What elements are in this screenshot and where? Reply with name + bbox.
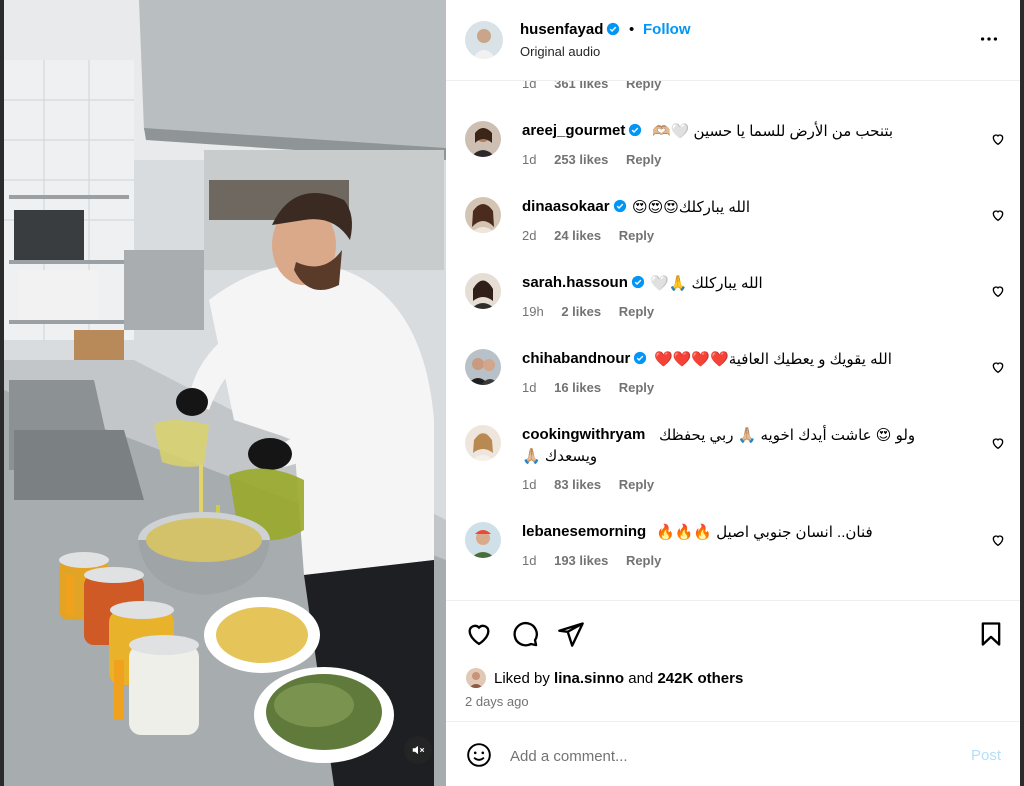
comment-time: 19h <box>522 304 544 319</box>
reply-button[interactable]: Reply <box>626 81 661 91</box>
comment-like-heart-icon[interactable] <box>990 207 1006 223</box>
comment-likes[interactable]: 83 likes <box>554 477 601 492</box>
verified-badge-icon <box>631 275 644 289</box>
comment-like-heart-icon[interactable] <box>990 283 1006 299</box>
commenter-username-text[interactable]: chihabandnour <box>522 350 630 367</box>
share-icon[interactable] <box>557 620 585 648</box>
commenter-username-text[interactable]: cookingwithryam <box>522 426 645 443</box>
post-button[interactable]: Post <box>971 747 1001 764</box>
comments-list[interactable]: 1d 361 likes Reply areej_gourmet بتنحب م… <box>446 81 1020 599</box>
instagram-post-modal: husenfayad • Follow Original audio 1d 36… <box>0 0 1024 786</box>
reply-button[interactable]: Reply <box>619 380 654 395</box>
commenter-username[interactable]: dinaasokaar <box>522 198 627 215</box>
comment-time: 1d <box>522 81 537 91</box>
comment-text-line1: ولو 😍 عاشت أيدك اخويه 🙏🏼 ربي يحفظك <box>659 427 916 444</box>
emoji-icon[interactable] <box>466 742 492 768</box>
commenter-avatar[interactable] <box>465 197 501 233</box>
comment-like-heart-icon[interactable] <box>990 532 1006 548</box>
verified-badge-icon <box>629 123 642 137</box>
comment-input[interactable] <box>510 744 930 768</box>
comment-text-line2: ويسعدك 🙏🏼 <box>522 448 598 465</box>
comment-meta: 19h 2 likes Reply <box>522 304 668 319</box>
verified-badge-icon <box>613 199 626 213</box>
comment-like-heart-icon[interactable] <box>990 131 1006 147</box>
commenter-username[interactable]: cookingwithryam <box>522 426 645 443</box>
comment-meta: 1d 16 likes Reply <box>522 380 668 395</box>
comment-likes[interactable]: 24 likes <box>554 228 601 243</box>
reply-button[interactable]: Reply <box>626 553 661 568</box>
commenter-avatar[interactable] <box>465 349 501 385</box>
comment-meta: 2d 24 likes Reply <box>522 228 668 243</box>
commenter-avatar[interactable] <box>465 522 501 558</box>
comment-time: 2d <box>522 228 537 243</box>
comment-text: الله يقويك و يعطيك العافية❤️❤️❤️❤️ <box>654 351 892 368</box>
commenter-username-text[interactable]: areej_gourmet <box>522 122 625 139</box>
comment-text: الله يباركلك 🙏🤍 <box>650 275 763 292</box>
header-separator: • <box>629 21 635 38</box>
author-avatar[interactable] <box>465 21 503 59</box>
liked-by-prefix: Liked by <box>494 669 550 687</box>
comment-time: 1d <box>522 380 537 395</box>
verified-badge-icon <box>634 351 647 365</box>
comment-like-heart-icon[interactable] <box>990 435 1006 451</box>
comment-likes[interactable]: 193 likes <box>554 553 608 568</box>
comment-likes[interactable]: 361 likes <box>554 81 608 91</box>
liked-by: Liked by lina.sinno and 242K others <box>466 667 743 689</box>
comment-text: الله يباركلك😍😍😍 <box>632 199 751 216</box>
comment-meta: 1d 193 likes Reply <box>522 553 675 568</box>
comment-text: بتنحب من الأرض للسما يا حسين 🤍🫶🏼 <box>652 123 894 140</box>
bookmark-icon[interactable] <box>977 620 1005 648</box>
comment-like-heart-icon[interactable] <box>990 359 1006 375</box>
author-username[interactable]: husenfayad <box>520 21 620 38</box>
liked-by-and: and <box>628 669 654 687</box>
post-header: husenfayad • Follow Original audio <box>446 0 1020 81</box>
window-edge <box>1020 0 1024 786</box>
post-timestamp[interactable]: 2 days ago <box>465 694 529 709</box>
comment-likes[interactable]: 253 likes <box>554 152 608 167</box>
verified-badge-icon <box>607 22 620 36</box>
comment-meta: 1d 83 likes Reply <box>522 477 668 492</box>
comment-likes[interactable]: 2 likes <box>561 304 601 319</box>
mute-button[interactable] <box>404 736 432 764</box>
commenter-username[interactable]: areej_gourmet <box>522 122 642 139</box>
commenter-username-text[interactable]: sarah.hassoun <box>522 274 628 291</box>
comment-time: 1d <box>522 152 537 167</box>
commenter-username[interactable]: lebanesemorning <box>522 523 646 540</box>
reply-button[interactable]: Reply <box>619 228 654 243</box>
commenter-username[interactable]: chihabandnour <box>522 350 647 367</box>
comment-meta: 1d 253 likes Reply <box>522 152 675 167</box>
liked-by-others[interactable]: 242K others <box>657 670 743 687</box>
commenter-avatar[interactable] <box>465 425 501 461</box>
commenter-username-text[interactable]: dinaasokaar <box>522 198 610 215</box>
reply-button[interactable]: Reply <box>619 477 654 492</box>
commenter-username-text[interactable]: lebanesemorning <box>522 523 646 540</box>
more-options-icon[interactable] <box>978 28 1000 50</box>
commenter-avatar[interactable] <box>465 273 501 309</box>
commenter-username[interactable]: sarah.hassoun <box>522 274 645 291</box>
reply-button[interactable]: Reply <box>619 304 654 319</box>
comment-time: 1d <box>522 477 537 492</box>
post-side-panel: husenfayad • Follow Original audio 1d 36… <box>446 0 1020 786</box>
follow-button[interactable]: Follow <box>643 21 691 38</box>
comment-text: فنان.. انسان جنوبي اصيل 🔥🔥🔥 <box>656 524 873 541</box>
heart-icon[interactable] <box>465 620 493 648</box>
liker-avatar[interactable] <box>466 668 486 688</box>
comment-icon[interactable] <box>511 620 539 648</box>
author-username-text[interactable]: husenfayad <box>520 21 603 38</box>
add-comment-bar: Post <box>446 721 1020 786</box>
post-video[interactable] <box>4 0 446 786</box>
prev-comment-meta: 1d 361 likes Reply <box>522 81 675 91</box>
audio-label[interactable]: Original audio <box>520 44 600 59</box>
commenter-avatar[interactable] <box>465 121 501 157</box>
comment-time: 1d <box>522 553 537 568</box>
volume-off-icon <box>412 745 425 755</box>
liked-by-user[interactable]: lina.sinno <box>554 670 624 687</box>
comment-likes[interactable]: 16 likes <box>554 380 601 395</box>
reply-button[interactable]: Reply <box>626 152 661 167</box>
video-frame-image <box>4 0 446 786</box>
